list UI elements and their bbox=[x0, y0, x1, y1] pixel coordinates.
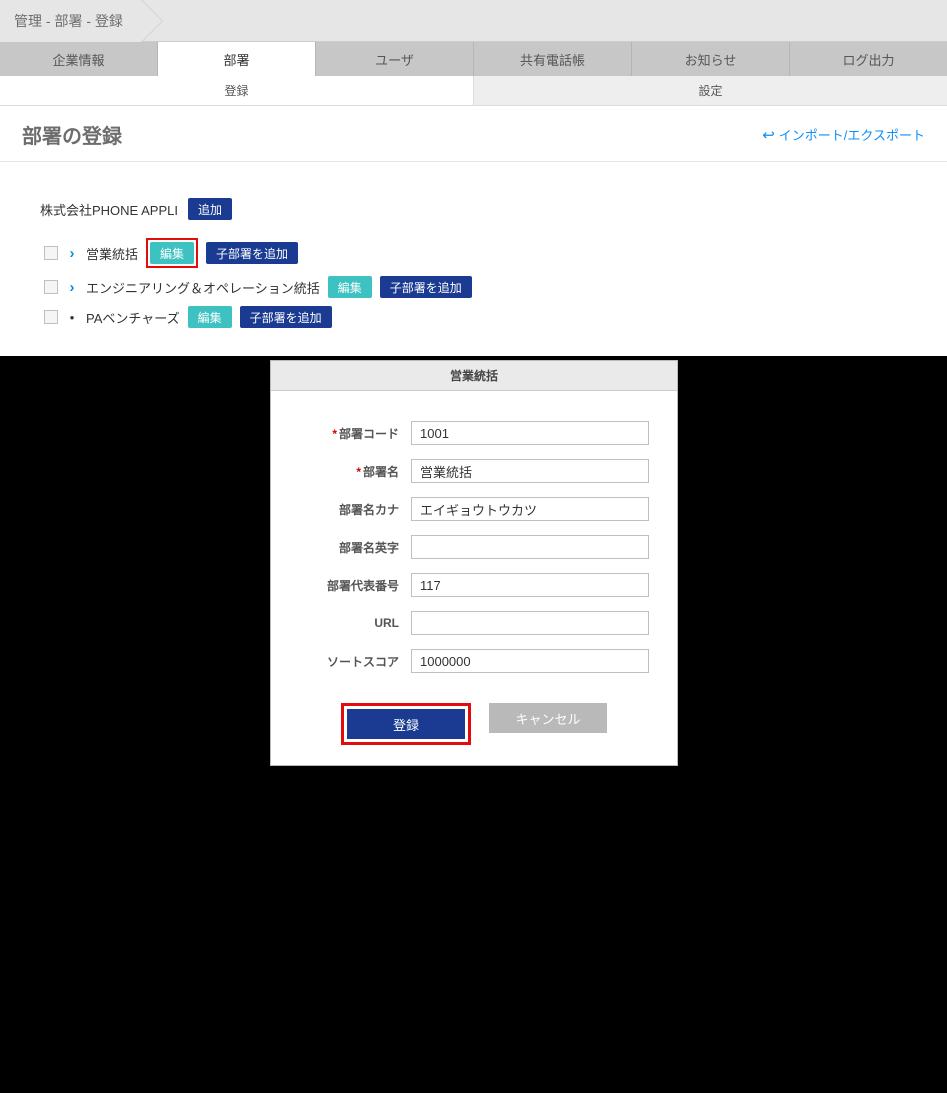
sub-tabs: 登録設定 bbox=[0, 76, 947, 106]
add-company-button[interactable]: 追加 bbox=[188, 198, 232, 220]
reply-icon: ↩ bbox=[762, 126, 775, 144]
edit-button[interactable]: 編集 bbox=[328, 276, 372, 298]
form-label: 部署代表番号 bbox=[281, 577, 411, 594]
add-child-button[interactable]: 子部署を追加 bbox=[240, 306, 332, 328]
company-row: 株式会社PHONE APPLI 追加 bbox=[40, 198, 907, 220]
sortScore-input[interactable] bbox=[411, 649, 649, 673]
main-tab-4[interactable]: お知らせ bbox=[632, 42, 790, 76]
dept-checkbox[interactable] bbox=[44, 280, 58, 294]
form-row-deptTel: 部署代表番号 bbox=[281, 573, 649, 597]
expand-icon[interactable]: › bbox=[66, 279, 78, 296]
main-tab-2[interactable]: ユーザ bbox=[316, 42, 474, 76]
form-label-text: 部署代表番号 bbox=[327, 579, 399, 593]
form-label-text: 部署名英字 bbox=[339, 541, 399, 555]
form-row-deptEn: 部署名英字 bbox=[281, 535, 649, 559]
edit-department-dialog: 営業統括 *部署コード*部署名部署名カナ部署名英字部署代表番号URLソートスコア… bbox=[270, 360, 678, 766]
dept-checkbox[interactable] bbox=[44, 310, 58, 324]
department-row: › 営業統括編集子部署を追加 bbox=[40, 234, 907, 272]
form-label: ソートスコア bbox=[281, 653, 411, 670]
department-row: • PAベンチャーズ編集子部署を追加 bbox=[40, 302, 907, 332]
form-label: 部署名カナ bbox=[281, 501, 411, 518]
main-tab-3[interactable]: 共有電話帳 bbox=[474, 42, 632, 76]
import-export-link[interactable]: ↩ インポート/エクスポート bbox=[762, 125, 925, 144]
form-label: *部署名 bbox=[281, 463, 411, 480]
department-name: エンジニアリング＆オペレーション統括 bbox=[86, 278, 320, 297]
department-name: PAベンチャーズ bbox=[86, 308, 180, 327]
form-label: URL bbox=[281, 616, 411, 630]
company-name: 株式会社PHONE APPLI bbox=[40, 200, 178, 219]
form-label-text: URL bbox=[374, 616, 399, 630]
department-tree: 株式会社PHONE APPLI 追加 ›営業統括編集子部署を追加›エンジニアリン… bbox=[0, 162, 947, 356]
required-mark: * bbox=[332, 427, 337, 441]
expand-icon[interactable]: › bbox=[66, 245, 78, 262]
edit-button[interactable]: 編集 bbox=[150, 242, 194, 264]
add-child-button[interactable]: 子部署を追加 bbox=[206, 242, 298, 264]
form-row-sortScore: ソートスコア bbox=[281, 649, 649, 673]
department-row: › エンジニアリング＆オペレーション統括編集子部署を追加 bbox=[40, 272, 907, 302]
main-tabs: 企業情報部署ユーザ共有電話帳お知らせログ出力 bbox=[0, 42, 947, 76]
sub-tab-1[interactable]: 設定 bbox=[474, 76, 947, 105]
bullet-icon: • bbox=[66, 310, 78, 325]
import-export-label: インポート/エクスポート bbox=[779, 125, 925, 144]
main-tab-1[interactable]: 部署 bbox=[158, 42, 316, 76]
form-row-deptCode: *部署コード bbox=[281, 421, 649, 445]
breadcrumb-bar: 管理 - 部署 - 登録 bbox=[0, 0, 947, 42]
dialog-title: 営業統括 bbox=[271, 361, 677, 391]
required-mark: * bbox=[356, 465, 361, 479]
form-row-url: URL bbox=[281, 611, 649, 635]
dialog-actions: 登録 キャンセル bbox=[271, 703, 677, 765]
form-label-text: 部署名カナ bbox=[339, 503, 399, 517]
page-header: 部署の登録 ↩ インポート/エクスポート bbox=[0, 106, 947, 162]
submit-button[interactable]: 登録 bbox=[347, 709, 465, 739]
breadcrumb: 管理 - 部署 - 登録 bbox=[0, 0, 142, 42]
form-row-deptName: *部署名 bbox=[281, 459, 649, 483]
main-tab-5[interactable]: ログ出力 bbox=[790, 42, 947, 76]
form-label-text: 部署コード bbox=[339, 427, 399, 441]
form-label: 部署名英字 bbox=[281, 539, 411, 556]
dept-checkbox[interactable] bbox=[44, 246, 58, 260]
form-label: *部署コード bbox=[281, 425, 411, 442]
main-tab-0[interactable]: 企業情報 bbox=[0, 42, 158, 76]
add-child-button[interactable]: 子部署を追加 bbox=[380, 276, 472, 298]
deptKana-input[interactable] bbox=[411, 497, 649, 521]
deptTel-input[interactable] bbox=[411, 573, 649, 597]
breadcrumb-text: 管理 - 部署 - 登録 bbox=[14, 11, 123, 31]
deptName-input[interactable] bbox=[411, 459, 649, 483]
page-title: 部署の登録 bbox=[22, 120, 122, 149]
department-name: 営業統括 bbox=[86, 244, 138, 263]
sub-tab-0[interactable]: 登録 bbox=[0, 76, 474, 105]
form-label-text: 部署名 bbox=[363, 465, 399, 479]
cancel-button[interactable]: キャンセル bbox=[489, 703, 607, 733]
dialog-body: *部署コード*部署名部署名カナ部署名英字部署代表番号URLソートスコア bbox=[271, 391, 677, 703]
form-row-deptKana: 部署名カナ bbox=[281, 497, 649, 521]
deptEn-input[interactable] bbox=[411, 535, 649, 559]
url-input[interactable] bbox=[411, 611, 649, 635]
edit-highlight: 編集 bbox=[146, 238, 198, 268]
deptCode-input[interactable] bbox=[411, 421, 649, 445]
form-label-text: ソートスコア bbox=[327, 655, 399, 669]
submit-highlight: 登録 bbox=[341, 703, 471, 745]
edit-button[interactable]: 編集 bbox=[188, 306, 232, 328]
